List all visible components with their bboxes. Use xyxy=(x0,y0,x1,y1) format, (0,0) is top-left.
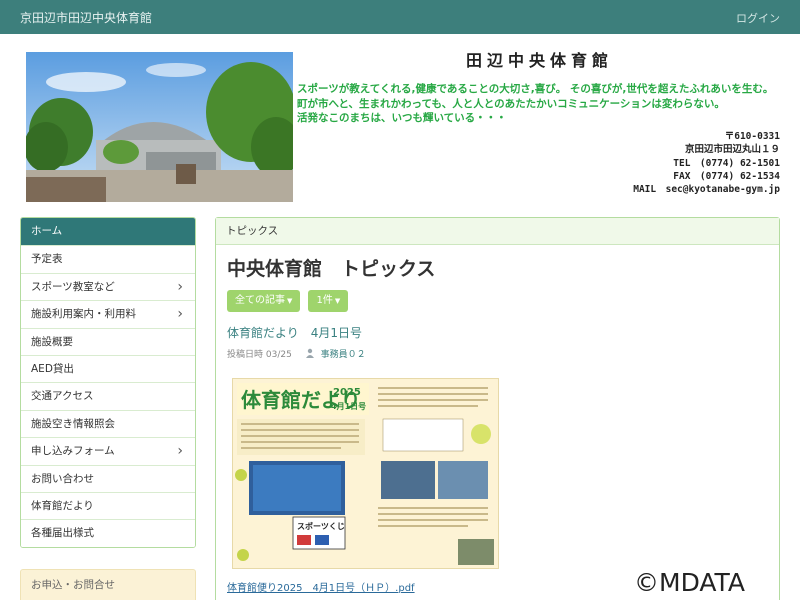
panel-header: トピックス xyxy=(216,218,779,245)
caret-down-icon: ▼ xyxy=(287,297,293,305)
author-link[interactable]: 事務員０２ xyxy=(321,350,366,360)
flyer-sponsor: スポーツくじ xyxy=(297,521,345,531)
sidebar-item-label: 体育館だより xyxy=(31,499,94,512)
sidebar-item-contact[interactable]: お問い合わせ xyxy=(21,464,195,492)
filter-bar: 全ての記事 ▼ 1件 ▼ xyxy=(227,288,351,312)
sidebar-item-availability[interactable]: 施設空き情報照会 xyxy=(21,409,195,438)
sidebar-item-label: 施設空き情報照会 xyxy=(31,417,115,430)
post-title-link[interactable]: 体育館だより 4月1日号 xyxy=(227,324,362,341)
sidebar-item-label: 予定表 xyxy=(31,253,63,266)
chevron-right-icon[interactable]: › xyxy=(177,301,183,328)
sidebar-item-access[interactable]: 交通アクセス xyxy=(21,382,195,410)
sidebar-item-newsletter[interactable]: 体育館だより xyxy=(21,491,195,520)
sidebar-item-facility-overview[interactable]: 施設概要 xyxy=(21,327,195,355)
sidebar-item-facility-guide[interactable]: 施設利用案内・利用料 › xyxy=(21,300,195,328)
sidebar-item-label: AED貸出 xyxy=(31,362,74,375)
post-date: 03/25 xyxy=(265,350,292,360)
sidebar-item-label: ホーム xyxy=(31,225,63,237)
top-bar: 京田辺市田辺中央体育館 ログイン xyxy=(0,0,800,34)
page-title: 中央体育館 トピックス xyxy=(227,258,436,280)
inquiry-heading: お申込・お問合せ xyxy=(31,579,115,591)
person-icon xyxy=(305,348,314,358)
slogan-line: スポーツが教えてくれる,健康であることの大切さ,喜び。 その喜びが,世代を超えた… xyxy=(297,83,774,95)
address: 京田辺市田辺丸山１９ xyxy=(684,144,780,156)
slogan: スポーツが教えてくれる,健康であることの大切さ,喜び。 その喜びが,世代を超えた… xyxy=(297,82,773,126)
sidebar-item-home[interactable]: ホーム xyxy=(21,218,195,246)
sidebar-item-schedule[interactable]: 予定表 xyxy=(21,245,195,273)
fax: FAX (0774) 62-1534 xyxy=(673,170,780,182)
flyer-year: 2025 xyxy=(333,387,361,398)
sidebar-item-label: 施設利用案内・利用料 xyxy=(31,308,136,321)
topics-panel: トピックス 中央体育館 トピックス 全ての記事 ▼ 1件 ▼ 体育館だより 4月1日… xyxy=(215,217,780,600)
all-posts-dropdown[interactable]: 全ての記事 ▼ xyxy=(227,290,301,312)
flyer-issue: 4月1日号 xyxy=(331,402,366,411)
contact-info: 〒610-0331 京田辺市田辺丸山１９ TEL (0774) 62-1501 … xyxy=(633,130,780,196)
sidebar-item-label: スポーツ教室など xyxy=(31,280,115,293)
caret-down-icon: ▼ xyxy=(334,297,341,305)
chevron-right-icon[interactable]: › xyxy=(177,274,183,301)
count-dropdown[interactable]: 1件 ▼ xyxy=(308,290,349,312)
email: MAIL sec@kyotanabe-gym.jp xyxy=(633,184,780,196)
sidebar-item-label: 施設概要 xyxy=(31,335,73,348)
site-title[interactable]: 京田辺市田辺中央体育館 xyxy=(20,9,152,26)
newsletter-flyer-image[interactable]: 体育館だより 2025 4月1日号 スポーツくじ xyxy=(232,378,499,569)
login-link[interactable]: ログイン xyxy=(736,10,780,26)
all-posts-label: 全ての記事 xyxy=(235,295,285,306)
sidebar-item-application-form[interactable]: 申し込みフォーム › xyxy=(21,437,195,465)
inquiry-box: お申込・お問合せ xyxy=(20,569,196,600)
sidebar-item-label: 交通アクセス xyxy=(31,390,94,403)
sidebar-item-forms[interactable]: 各種届出様式 xyxy=(21,519,195,547)
date-label: 投稿日時 xyxy=(227,350,264,360)
sidebar-nav: ホーム 予定表 スポーツ教室など › 施設利用案内・利用料 › 施設概要 AED貸出… xyxy=(20,217,196,548)
gymnasium-photo xyxy=(26,52,293,202)
hall-title: 田辺中央体育館 xyxy=(466,51,614,70)
watermark: ©MDATA xyxy=(634,568,745,597)
sidebar-item-label: 申し込みフォーム xyxy=(31,445,115,458)
sidebar-item-label: お問い合わせ xyxy=(31,472,94,485)
count-label: 1件 xyxy=(316,295,333,306)
sidebar-item-label: 各種届出様式 xyxy=(31,527,94,540)
phone: TEL (0774) 62-1501 xyxy=(673,157,780,169)
sidebar-item-aed[interactable]: AED貸出 xyxy=(21,354,195,383)
slogan-line: 町が市へと、生まれかわっても、人と人とのあたたかいコミュニケーションは変わらない… xyxy=(297,97,725,110)
slogan-line: 活発なこのまちは、いつも輝いている・・・ xyxy=(297,112,507,124)
sidebar-item-sports-classes[interactable]: スポーツ教室など › xyxy=(21,272,195,301)
chevron-right-icon[interactable]: › xyxy=(177,438,183,465)
postal-code: 〒610-0331 xyxy=(724,131,780,142)
post-meta: 投稿日時 03/25 事務員０２ xyxy=(227,347,366,360)
pdf-download-link[interactable]: 体育館便り2025 4月1日号（ＨＰ）.pdf xyxy=(227,579,415,594)
